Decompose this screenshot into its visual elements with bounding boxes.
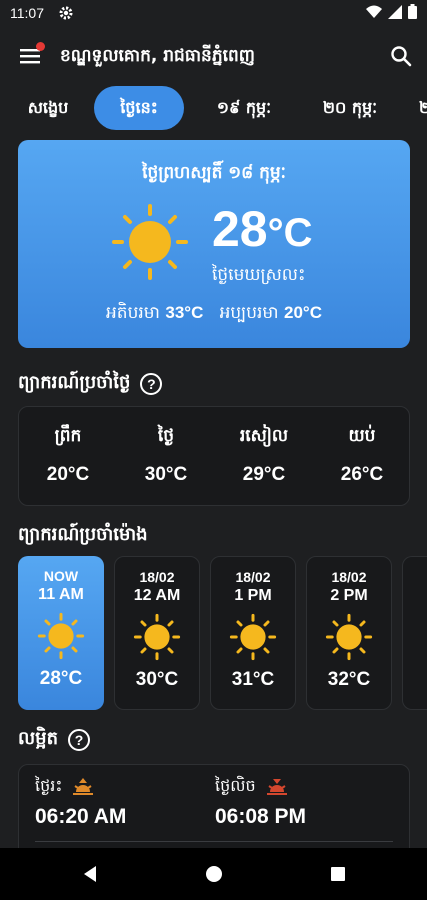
tab-feb-19[interactable]: ១៩ កុម្ភៈ: [194, 86, 294, 130]
sun-icon: [37, 612, 85, 660]
search-icon: [391, 46, 412, 67]
daily-part-night: យប់ 26°C: [313, 425, 411, 486]
hourly-item[interactable]: 18/02 1 PM 31°C: [210, 556, 296, 710]
min-label: អប្បបរមា: [219, 303, 279, 323]
hour-date: NOW: [43, 568, 79, 584]
sunrise-label: ថ្ងៃរះ: [35, 776, 63, 795]
sunset-label: ថ្ងៃលិច: [215, 776, 256, 795]
hourly-item-partial[interactable]: [402, 556, 427, 710]
settings-gear-icon: [59, 6, 73, 20]
tab-today[interactable]: ថ្ងៃនេះ: [94, 86, 184, 130]
max-value: 33°C: [165, 303, 204, 322]
status-time: 11:07: [10, 5, 44, 21]
tab-next[interactable]: ២: [410, 86, 427, 130]
sunset-time: 06:08 PM: [215, 805, 307, 828]
hourly-forecast-heading: ព្យាករណ៍ប្រចាំម៉ោង: [18, 522, 148, 549]
location-title[interactable]: ខណ្ឌទួលគោក, រាជធានីភ្នំពេញ: [60, 45, 255, 70]
weather-condition: ថ្ងៃមេឃស្រលះ: [212, 265, 306, 285]
system-nav-bar: [0, 848, 427, 900]
hour-date: 18/02: [139, 569, 175, 585]
sun-icon: [112, 204, 188, 280]
home-icon[interactable]: [204, 864, 224, 884]
daily-part-afternoon: រសៀល 29°C: [215, 425, 313, 486]
hour-time: 1 PM: [234, 587, 272, 604]
part-label: ព្រឹក: [54, 426, 82, 446]
hour-temp: 31°C: [231, 669, 275, 690]
max-label: អតិបរមា: [106, 303, 160, 323]
part-temp: 30°C: [144, 464, 188, 485]
current-temperature: 28°C: [212, 200, 313, 258]
status-bar: 11:07: [0, 0, 427, 28]
day-tabs: សង្ខេប ថ្ងៃនេះ ១៩ កុម្ភៈ ២០ កុម្ភៈ ២: [0, 86, 427, 132]
sunrise-icon: [73, 778, 94, 795]
battery-icon: [408, 4, 417, 19]
status-icons: [366, 4, 417, 19]
daily-forecast-heading: ព្យាករណ៍ប្រចាំថ្ងៃ ?: [18, 370, 163, 397]
notification-dot: [36, 42, 45, 51]
sunrise-time: 06:20 AM: [35, 805, 127, 828]
hour-temp: 30°C: [135, 669, 179, 690]
recents-icon[interactable]: [328, 864, 348, 884]
part-temp: 29°C: [242, 464, 286, 485]
part-label: ថ្ងៃ: [157, 426, 175, 446]
menu-button[interactable]: [18, 42, 45, 68]
today-date: ថ្ងៃព្រហស្បតិ៍ ១៨ កុម្ភៈ: [142, 163, 286, 183]
hourly-item-now[interactable]: NOW 11 AM 28°C: [18, 556, 104, 710]
details-title: លម្អិត: [18, 728, 58, 749]
hour-temp: 32°C: [327, 669, 371, 690]
sun-icon: [325, 613, 373, 661]
min-max-temperature: អតិបរមា 33°C អប្បបរមា 20°C: [18, 302, 410, 327]
daily-forecast-card: ព្រឹក 20°C ថ្ងៃ 30°C រសៀល 29°C យប់ 26°C: [18, 406, 410, 506]
sunrise-block: ថ្ងៃរះ 06:20 AM: [35, 775, 126, 829]
sun-icon: [229, 613, 277, 661]
app-bar: ខណ្ឌទួលគោក, រាជធានីភ្នំពេញ: [0, 34, 427, 80]
help-icon[interactable]: ?: [140, 372, 163, 395]
hourly-item[interactable]: 18/02 2 PM 32°C: [306, 556, 392, 710]
signal-icon: [388, 4, 402, 19]
hour-temp: 28°C: [39, 668, 83, 689]
part-temp: 20°C: [46, 464, 90, 485]
sunset-icon: [266, 779, 287, 795]
sunset-block: ថ្ងៃលិច 06:08 PM: [215, 775, 306, 829]
help-icon[interactable]: ?: [68, 728, 90, 751]
daily-forecast-title: ព្យាករណ៍ប្រចាំថ្ងៃ: [18, 372, 131, 393]
temperature-value: 28: [212, 201, 268, 257]
temperature-unit: °C: [267, 211, 313, 255]
hour-time: 12 AM: [133, 587, 181, 604]
daily-part-day: ថ្ងៃ 30°C: [117, 425, 215, 486]
back-icon[interactable]: [80, 864, 100, 884]
tab-summary[interactable]: សង្ខេប: [12, 86, 84, 130]
hour-time: 2 PM: [330, 587, 368, 604]
hourly-forecast-title: ព្យាករណ៍ប្រចាំម៉ោង: [18, 524, 148, 545]
divider: [35, 841, 393, 842]
hour-date: 18/02: [235, 569, 271, 585]
part-label: យប់: [348, 426, 376, 446]
part-label: រសៀល: [239, 426, 289, 446]
wifi-icon: [366, 5, 382, 18]
search-button[interactable]: [389, 44, 413, 68]
hour-date: 18/02: [331, 569, 367, 585]
sun-icon: [133, 613, 181, 661]
hourly-item[interactable]: 18/02 12 AM 30°C: [114, 556, 200, 710]
today-weather-card[interactable]: ថ្ងៃព្រហស្បតិ៍ ១៨ កុម្ភៈ 28°C ថ្ងៃមេឃស្រ…: [18, 140, 410, 348]
hour-time: 11 AM: [38, 586, 84, 603]
min-value: 20°C: [284, 303, 322, 322]
details-heading: លម្អិត ?: [18, 726, 90, 753]
daily-part-morning: ព្រឹក 20°C: [19, 425, 117, 486]
tab-feb-20[interactable]: ២០ កុម្ភៈ: [300, 86, 400, 130]
part-temp: 26°C: [340, 464, 384, 485]
